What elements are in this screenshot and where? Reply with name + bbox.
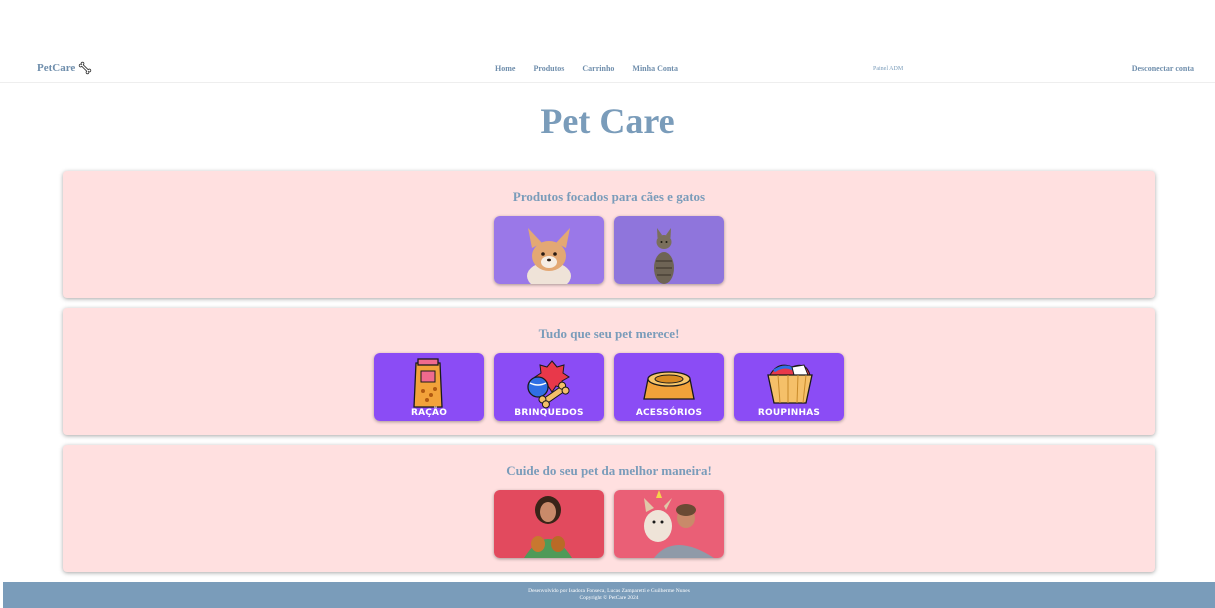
nav-home[interactable]: Home (495, 64, 515, 73)
section-cats-dogs: Produtos focados para cães e gatos (63, 171, 1155, 298)
page-title: Pet Care (540, 101, 675, 141)
cat-photo (614, 216, 724, 284)
nav-admin-panel[interactable]: Painel ADM (873, 66, 903, 72)
section-pet-care: Cuide do seu pet da melhor maneira! (63, 445, 1155, 572)
section-title: Cuide do seu pet da melhor maneira! (506, 463, 712, 478)
card-label: RAÇÃO (410, 408, 448, 418)
logout-link[interactable]: Desconectar conta (1132, 64, 1194, 73)
dog-photo (494, 216, 604, 284)
nav-minha-conta[interactable]: Minha Conta (632, 64, 678, 73)
nav-produtos[interactable]: Produtos (533, 64, 564, 73)
woman-with-puppies-photo (494, 490, 604, 558)
card-label: ACESSÓRIOS (635, 408, 703, 418)
nav-links: Home Produtos Carrinho Minha Conta (495, 64, 678, 73)
woman-with-dog-photo (614, 490, 724, 558)
category-acessorios[interactable]: ACESSÓRIOS (614, 353, 724, 421)
woman-puppies-card[interactable] (494, 490, 604, 558)
brand-name: PetCare (37, 62, 76, 74)
nav-carrinho[interactable]: Carrinho (582, 64, 614, 73)
card-label: ROUPINHAS (757, 408, 821, 418)
section-categories: Tudo que seu pet merece! RAÇÃO BRINQUEDO… (63, 308, 1155, 435)
footer: Desenvolvido por Isadora Fonseca, Lucas … (3, 582, 1215, 608)
section-title: Tudo que seu pet merece! (538, 326, 680, 341)
footer-copyright: Copyright © PetCare 2024 (579, 595, 639, 601)
card-row: RAÇÃO BRINQUEDOS ACESSÓRIOS ROUPINHAS (63, 353, 1155, 421)
woman-dog-card[interactable] (614, 490, 724, 558)
dog-card[interactable] (494, 216, 604, 284)
card-row (63, 490, 1155, 558)
brand-logo[interactable]: PetCare (37, 61, 92, 75)
card-label: BRINQUEDOS (514, 408, 584, 418)
category-brinquedos[interactable]: BRINQUEDOS (494, 353, 604, 421)
category-roupinhas[interactable]: ROUPINHAS (734, 353, 844, 421)
navbar: PetCare Home Produtos Carrinho Minha Con… (0, 55, 1215, 83)
bone-icon (79, 61, 92, 75)
cat-card[interactable] (614, 216, 724, 284)
section-title: Produtos focados para cães e gatos (512, 189, 706, 204)
footer-credits: Desenvolvido por Isadora Fonseca, Lucas … (528, 588, 690, 594)
category-racao[interactable]: RAÇÃO (374, 353, 484, 421)
card-row (63, 216, 1155, 284)
